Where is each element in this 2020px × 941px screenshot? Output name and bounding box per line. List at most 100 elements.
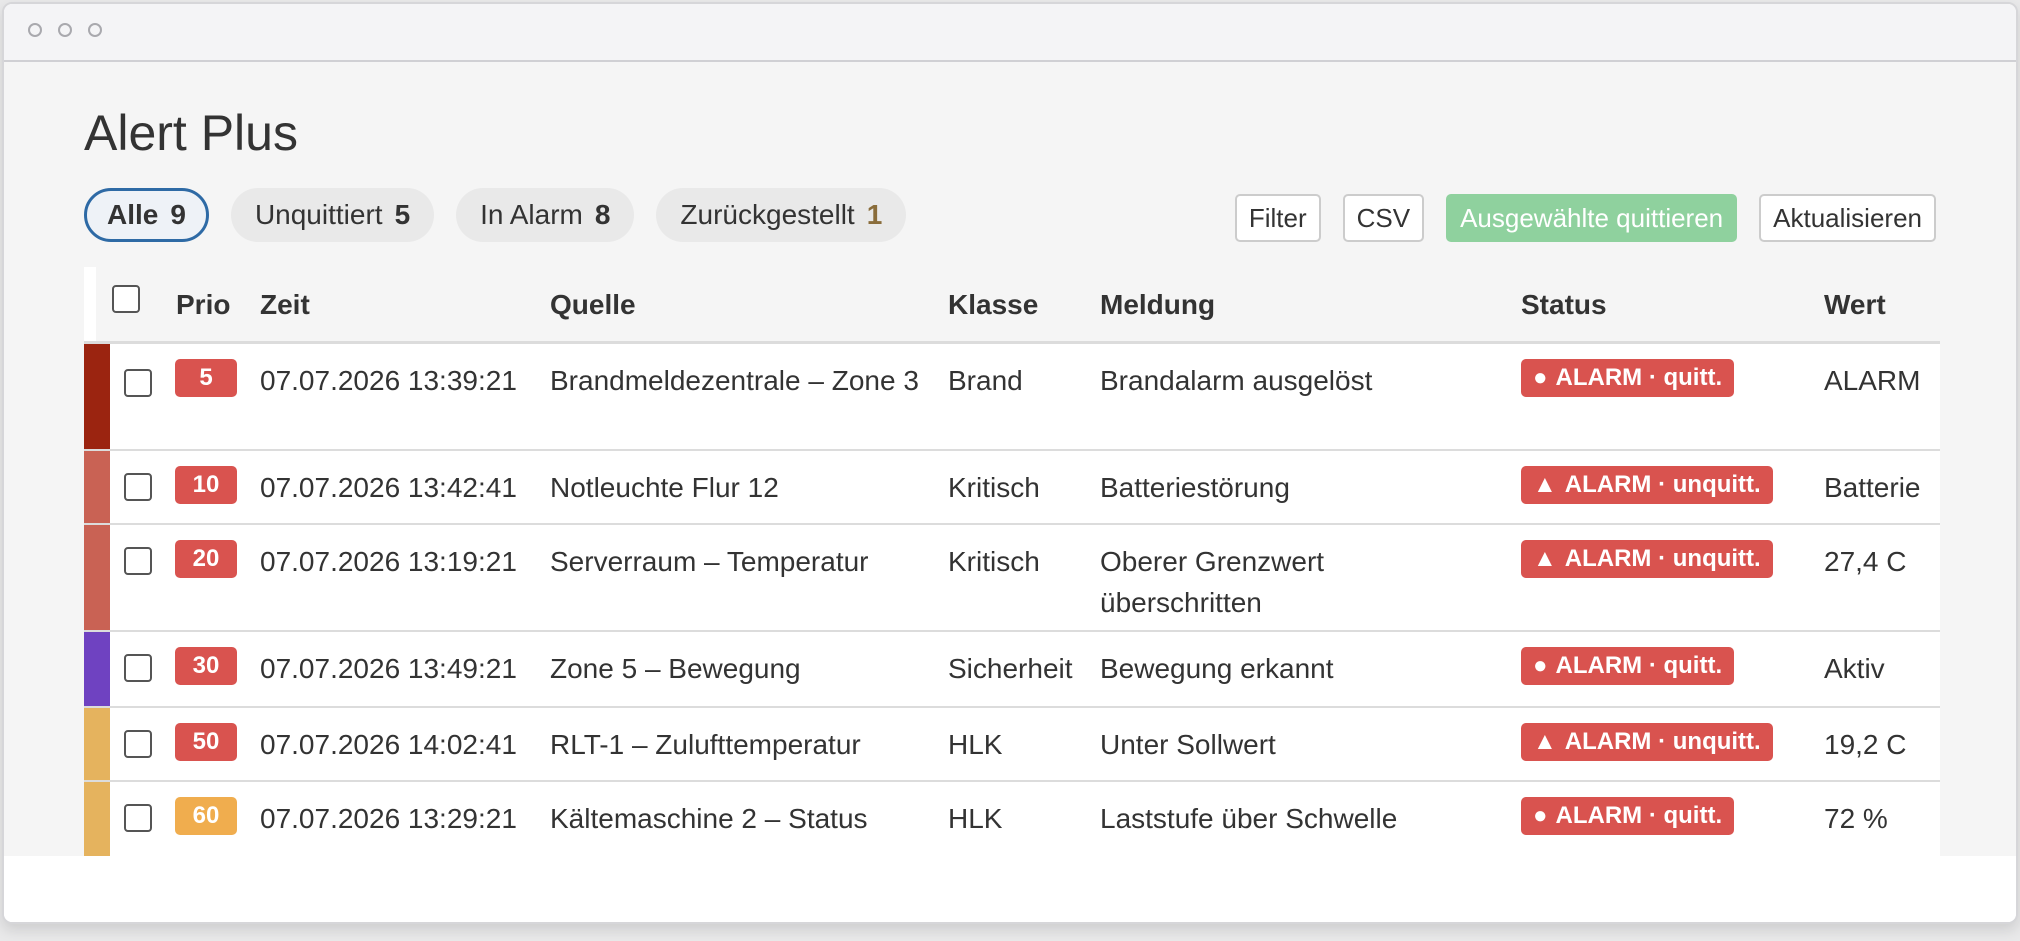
row-select-checkbox[interactable] <box>124 473 152 501</box>
column-header-status[interactable]: Status <box>1521 289 1607 321</box>
table-row[interactable]: 60 07.07.2026 13:29:21 Kältemaschine 2 –… <box>84 782 1940 858</box>
status-text: ALARM · quitt. <box>1555 364 1723 391</box>
table-row[interactable]: 30 07.07.2026 13:49:21 Zone 5 – Bewegung… <box>84 632 1940 708</box>
status-badge: ▲ ALARM · unquitt. <box>1521 540 1773 578</box>
tab-label: Unquittiert <box>254 199 383 230</box>
cell-klasse: Kritisch <box>948 472 1040 503</box>
tab-count: 8 <box>594 199 611 230</box>
cell-zeit: 07.07.2026 13:19:21 <box>260 546 517 577</box>
column-header-quelle[interactable]: Quelle <box>550 289 636 321</box>
priority-badge: 30 <box>175 647 237 685</box>
status-text: ALARM · unquitt. <box>1564 728 1761 755</box>
tab-alle[interactable]: Alle 9 <box>84 188 209 242</box>
tab-zurueckgestellt[interactable]: Zurückgestellt 1 <box>656 188 907 242</box>
warning-triangle-icon: ▲ <box>1533 545 1557 572</box>
cell-zeit: 07.07.2026 13:49:21 <box>260 653 517 684</box>
cell-zeit: 07.07.2026 13:39:21 <box>260 365 517 396</box>
column-header-prio[interactable]: Prio <box>176 289 230 321</box>
tab-unquittiert[interactable]: Unquittiert 5 <box>230 188 435 242</box>
cell-wert: 27,4 C <box>1824 546 1907 577</box>
alarm-table: Prio Zeit Quelle Klasse Meldung Status W… <box>84 267 1940 858</box>
app-window: Alert Plus Alle 9 Unquittiert 5 In Alarm… <box>2 2 2018 924</box>
cell-meldung: Batteriestörung <box>1100 472 1290 503</box>
column-header-klasse[interactable]: Klasse <box>948 289 1038 321</box>
cell-klasse: HLK <box>948 729 1003 760</box>
status-badge: ▲ ALARM · unquitt. <box>1521 466 1773 504</box>
tab-in-alarm[interactable]: In Alarm 8 <box>456 188 635 242</box>
cell-wert: Batterie <box>1824 472 1921 503</box>
table-header: Prio Zeit Quelle Klasse Meldung Status W… <box>84 267 1940 344</box>
cell-quelle: Zone 5 – Bewegung <box>550 653 801 684</box>
cell-meldung: Bewegung erkannt <box>1100 653 1334 684</box>
table-row[interactable]: 5 07.07.2026 13:39:21 Brandmeldezentrale… <box>84 344 1940 451</box>
cell-klasse: HLK <box>948 803 1003 834</box>
row-select-checkbox[interactable] <box>124 730 152 758</box>
cell-klasse: Kritisch <box>948 546 1040 577</box>
maximize-window-control[interactable] <box>88 23 102 37</box>
table-row[interactable]: 10 07.07.2026 13:42:41 Notleuchte Flur 1… <box>84 451 1940 525</box>
cell-meldung: Oberer Grenzwert überschritten <box>1100 546 1325 618</box>
warning-triangle-icon: ▲ <box>1533 471 1557 498</box>
priority-stripe <box>84 632 110 706</box>
cell-quelle: Notleuchte Flur 12 <box>550 472 779 503</box>
close-window-control[interactable] <box>28 23 42 37</box>
priority-badge: 5 <box>175 359 237 397</box>
cell-wert: 19,2 C <box>1824 729 1907 760</box>
status-text: ALARM · quitt. <box>1555 652 1723 679</box>
tab-label: Alle <box>107 199 159 230</box>
title-bar <box>4 4 2016 62</box>
minimize-window-control[interactable] <box>58 23 72 37</box>
table-row[interactable]: 50 07.07.2026 14:02:41 RLT-1 – Zulufttem… <box>84 708 1940 782</box>
toolbar: Filter CSV Ausgewählte quittieren Aktual… <box>1234 194 1936 242</box>
status-dot-icon: ● <box>1533 802 1548 829</box>
priority-stripe <box>84 525 110 630</box>
priority-stripe <box>84 708 110 780</box>
cell-zeit: 07.07.2026 13:29:21 <box>260 803 517 834</box>
row-select-checkbox[interactable] <box>124 654 152 682</box>
cell-quelle: Brandmeldezentrale – Zone 3 <box>550 365 919 396</box>
cell-quelle: Kältemaschine 2 – Status <box>550 803 868 834</box>
status-text: ALARM · quitt. <box>1555 802 1723 829</box>
select-all-checkbox[interactable] <box>112 285 140 313</box>
status-badge: ● ALARM · quitt. <box>1521 359 1735 397</box>
cell-quelle: RLT-1 – Zulufttemperatur <box>550 729 861 760</box>
table-row[interactable]: 20 07.07.2026 13:19:21 Serverraum – Temp… <box>84 525 1940 632</box>
cell-klasse: Brand <box>948 365 1023 396</box>
tab-label: Zurückgestellt <box>680 199 855 230</box>
cell-meldung: Laststufe über Schwelle <box>1100 803 1398 834</box>
cell-wert: Aktiv <box>1824 653 1885 684</box>
row-select-checkbox[interactable] <box>124 547 152 575</box>
cell-zeit: 07.07.2026 13:42:41 <box>260 472 517 503</box>
cell-meldung: Unter Sollwert <box>1100 729 1276 760</box>
tab-count: 5 <box>394 199 411 230</box>
status-text: ALARM · unquitt. <box>1564 545 1761 572</box>
status-dot-icon: ● <box>1533 652 1548 679</box>
cell-zeit: 07.07.2026 14:02:41 <box>260 729 517 760</box>
row-select-checkbox[interactable] <box>124 369 152 397</box>
page-title: Alert Plus <box>84 105 298 161</box>
column-header-wert[interactable]: Wert <box>1824 289 1886 321</box>
acknowledge-selected-button[interactable]: Ausgewählte quittieren <box>1446 194 1738 242</box>
row-select-checkbox[interactable] <box>124 804 152 832</box>
warning-triangle-icon: ▲ <box>1533 728 1557 755</box>
priority-badge: 60 <box>175 797 237 835</box>
status-badge: ● ALARM · quitt. <box>1521 647 1735 685</box>
cell-wert: 72 % <box>1824 803 1888 834</box>
main-content: Alert Plus Alle 9 Unquittiert 5 In Alarm… <box>4 62 2016 858</box>
column-header-zeit[interactable]: Zeit <box>260 289 310 321</box>
cell-wert: ALARM <box>1824 365 1921 396</box>
tab-count: 1 <box>866 199 883 230</box>
refresh-button[interactable]: Aktualisieren <box>1759 194 1936 242</box>
filter-button[interactable]: Filter <box>1234 194 1321 242</box>
priority-badge: 10 <box>175 466 237 504</box>
csv-export-button[interactable]: CSV <box>1342 194 1425 242</box>
filter-tabs: Alle 9 Unquittiert 5 In Alarm 8 Zurückge… <box>84 188 907 242</box>
cell-meldung: Brandalarm ausgelöst <box>1100 365 1373 396</box>
status-text: ALARM · unquitt. <box>1564 471 1761 498</box>
status-badge: ● ALARM · quitt. <box>1521 797 1735 835</box>
column-header-meldung[interactable]: Meldung <box>1100 289 1215 321</box>
priority-stripe <box>84 782 110 856</box>
priority-stripe <box>84 344 110 449</box>
priority-badge: 50 <box>175 723 237 761</box>
tab-label: In Alarm <box>480 199 583 230</box>
